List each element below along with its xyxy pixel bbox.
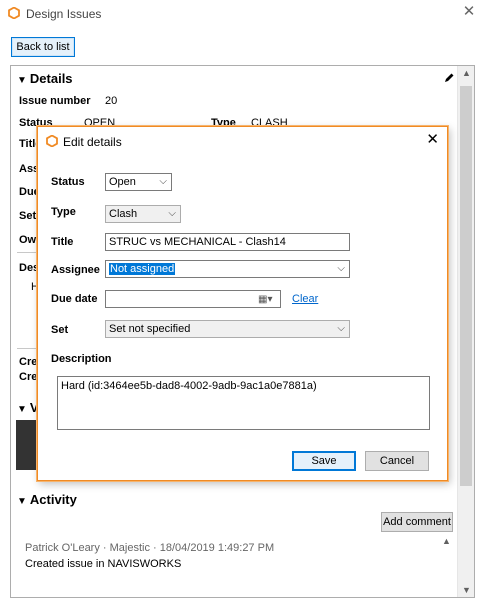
assignee-label: Assignee	[51, 264, 100, 276]
type-selected: Clash	[109, 208, 138, 220]
type-label: Type	[51, 206, 76, 218]
view-thumbnail[interactable]	[16, 420, 36, 470]
views-section-header[interactable]: ▼ V	[17, 400, 39, 415]
title-label: Title	[51, 236, 74, 248]
assignee-dropdown[interactable]: Not assigned ⌵	[105, 260, 350, 278]
calendar-icon[interactable]: ▦▾	[258, 292, 278, 306]
clear-date-link[interactable]: Clear	[292, 293, 318, 305]
dialog-titlebar: Edit details ✕	[38, 127, 447, 155]
set-label-partial: Set	[19, 210, 37, 222]
activity-scrollbar[interactable]: ▲	[438, 536, 455, 596]
collapse-triangle-icon: ▼	[17, 496, 27, 507]
activity-section-header[interactable]: ▼ Activity	[17, 492, 77, 507]
created-by-label-partial: Cre	[19, 371, 38, 383]
status-dropdown[interactable]: Open ⌵	[105, 173, 172, 191]
chevron-down-icon: ⌵	[168, 208, 176, 219]
edit-pencil-icon[interactable]	[443, 72, 455, 84]
type-dropdown[interactable]: Clash ⌵	[105, 205, 181, 223]
set-selected: Set not specified	[109, 323, 191, 335]
due-date-picker[interactable]: ▦▾	[105, 290, 281, 308]
app-logo-icon	[46, 135, 58, 147]
dialog-close-icon[interactable]: ✕	[426, 132, 439, 148]
edit-details-dialog: Edit details ✕ Status Open ⌵ Type Clash …	[37, 126, 448, 481]
chevron-down-icon: ⌵	[159, 176, 167, 187]
description-textarea[interactable]: Hard (id:3464ee5b-dad8-4002-9adb-9ac1a0e…	[57, 376, 430, 430]
window-close-icon[interactable]: ✕	[461, 4, 477, 20]
set-label: Set	[51, 324, 69, 336]
scrollbar-thumb[interactable]	[460, 86, 472, 486]
add-comment-button[interactable]: Add comment	[381, 512, 453, 532]
status-label: Status	[51, 176, 85, 188]
scroll-up-icon[interactable]: ▲	[442, 536, 451, 546]
save-button[interactable]: Save	[292, 451, 356, 471]
created-label-partial: Cre	[19, 356, 38, 368]
app-logo-icon	[8, 7, 20, 19]
collapse-triangle-icon: ▼	[17, 404, 27, 415]
chevron-down-icon: ⌵	[337, 263, 345, 274]
scroll-down-icon[interactable]: ▼	[458, 585, 474, 595]
status-selected: Open	[109, 176, 136, 188]
chevron-down-icon: ⌵	[337, 323, 345, 334]
window-titlebar: Design Issues ✕	[0, 0, 485, 27]
assignee-selected: Not assigned	[109, 263, 176, 275]
activity-list: Patrick O'Leary · Majestic · 18/04/2019 …	[17, 536, 455, 596]
issue-number-value: 20	[105, 95, 118, 107]
dialog-title: Edit details	[63, 135, 122, 149]
description-label: Description	[51, 353, 112, 365]
activity-text: Created issue in NAVISWORKS	[25, 558, 182, 570]
activity-heading: Activity	[29, 492, 77, 507]
panel-scrollbar[interactable]: ▲ ▼	[457, 66, 474, 597]
details-heading: Details	[29, 71, 73, 86]
activity-author: Patrick O'Leary · Majestic · 18/04/2019 …	[25, 542, 275, 554]
back-to-list-button[interactable]: Back to list	[11, 37, 75, 57]
collapse-triangle-icon: ▼	[17, 75, 27, 86]
window-title: Design Issues	[26, 7, 102, 21]
issue-number-label: Issue number	[19, 95, 91, 107]
details-section-header[interactable]: ▼ Details	[17, 71, 73, 86]
due-date-label: Due date	[51, 293, 98, 305]
scroll-up-icon[interactable]: ▲	[458, 68, 474, 78]
set-dropdown[interactable]: Set not specified ⌵	[105, 320, 350, 338]
cancel-button[interactable]: Cancel	[365, 451, 429, 471]
title-input[interactable]: STRUC vs MECHANICAL - Clash14	[105, 233, 350, 251]
